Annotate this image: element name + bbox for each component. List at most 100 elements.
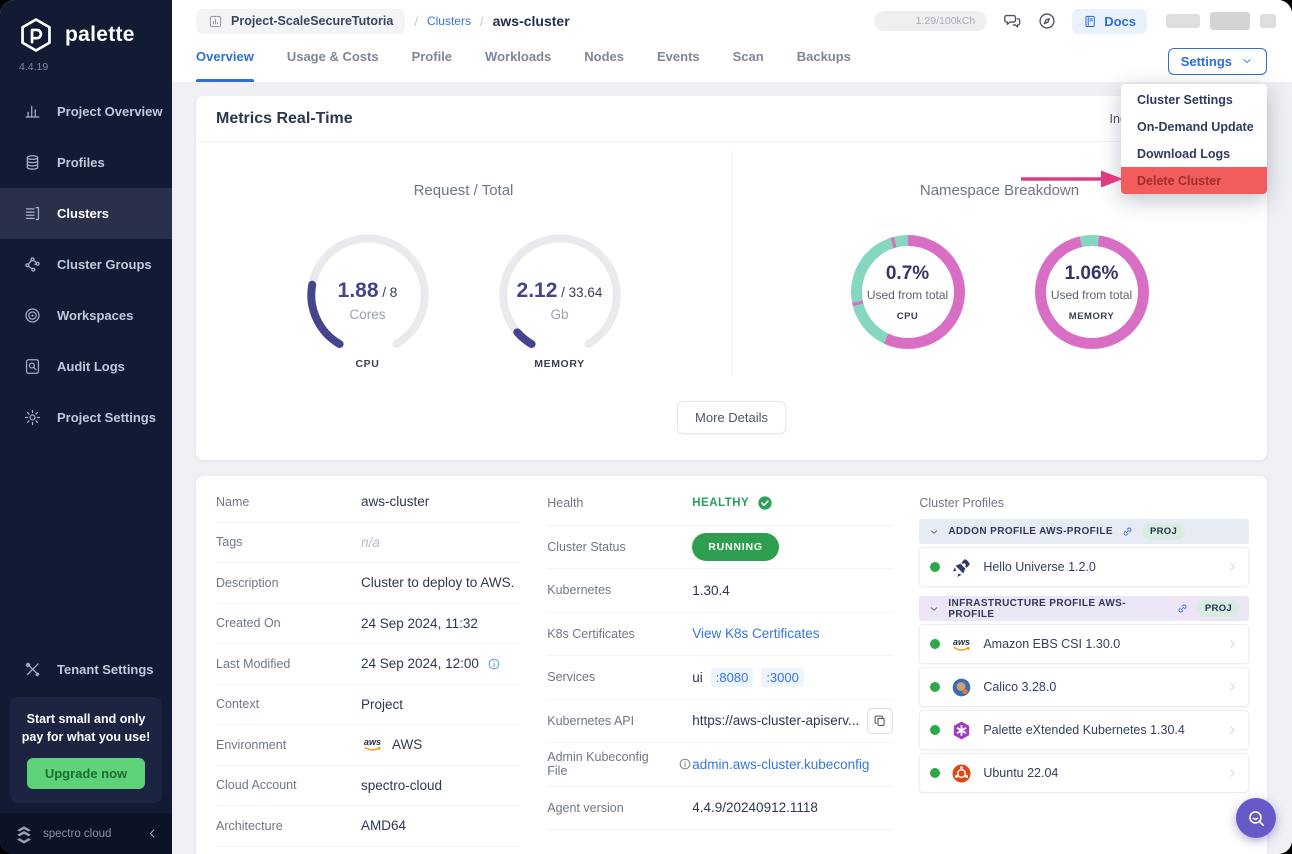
detail-value: View K8s Certificates — [692, 626, 893, 641]
settings-dropdown-menu: Cluster SettingsOn-Demand Update Download… — [1121, 84, 1267, 194]
chevron-right-icon — [1226, 767, 1238, 779]
healthy-check-icon — [757, 495, 773, 511]
detail-value-text: 1.30.4 — [692, 583, 730, 598]
breadcrumb-project[interactable]: Project-ScaleSecureTutoria — [196, 9, 405, 34]
sidebar-item-label: Cluster Groups — [57, 257, 152, 272]
tools-icon — [23, 660, 42, 679]
network-icon — [23, 255, 42, 274]
k8s-certificates-link[interactable]: View K8s Certificates — [692, 626, 819, 641]
topbar: Project-ScaleSecureTutoria / Clusters / … — [172, 0, 1292, 40]
sidebar-item-label: Project Settings — [57, 410, 156, 425]
detail-value: Cluster to deploy to AWS. — [361, 575, 521, 590]
docsearch-icon — [23, 357, 42, 376]
profile-layer-palette-extended-kubernetes-1-30-4[interactable]: Palette eXtended Kubernetes 1.30.4 — [919, 710, 1249, 750]
tab-usage-costs[interactable]: Usage & Costs — [287, 40, 379, 82]
detail-label: Description — [216, 576, 361, 590]
status-dot — [930, 639, 940, 649]
namespace-donut-cpu: 0.7%Used from totalCPU — [851, 235, 965, 349]
info-icon[interactable] — [678, 757, 692, 771]
compass-icon[interactable] — [1037, 11, 1057, 31]
sidebar-item-profiles[interactable]: Profiles — [0, 137, 172, 188]
detail-row-k8s-certificates: K8s CertificatesView K8s Certificates — [547, 613, 893, 657]
sidebar-item-label: Project Overview — [57, 104, 163, 119]
upgrade-promo: Start small and only pay for what you us… — [10, 697, 162, 803]
layers-icon — [23, 153, 42, 172]
menu-item-label: Download Logs — [1137, 147, 1230, 161]
menu-item-delete-cluster[interactable]: Delete Cluster — [1121, 167, 1267, 194]
cluster-details-card: Nameaws-clusterTagsn/aDescriptionCluster… — [196, 476, 1267, 854]
service-port-link[interactable]: :8080 — [711, 668, 754, 687]
detail-label-text: Kubernetes — [547, 583, 611, 597]
profile-layer-hello-universe-1-2-0[interactable]: Hello Universe 1.2.0 — [919, 547, 1249, 587]
docs-button[interactable]: Docs — [1072, 9, 1147, 34]
tab-nodes[interactable]: Nodes — [584, 40, 624, 82]
service-port-link[interactable]: :3000 — [761, 668, 804, 687]
detail-value: spectro-cloud — [361, 778, 521, 793]
detail-value: https://aws-cluster-apiserv... — [692, 708, 893, 734]
sidebar-spacer — [0, 443, 172, 649]
target-icon — [23, 306, 42, 325]
rocket-icon — [950, 556, 973, 579]
profile-section-header[interactable]: ADDON PROFILE AWS-PROFILEPROJ — [919, 519, 1249, 544]
sidebar: palette 4.4.19 Project OverviewProfilesC… — [0, 0, 172, 854]
tab-workloads[interactable]: Workloads — [485, 40, 551, 82]
detail-label: Cluster Status — [547, 540, 692, 554]
profile-layer-amazon-ebs-csi-1-30-0[interactable]: awsAmazon EBS CSI 1.30.0 — [919, 624, 1249, 664]
menu-item-cluster-settings[interactable]: Cluster Settings — [1121, 86, 1267, 113]
menu-item-on-demand-update[interactable]: On-Demand Update — [1121, 113, 1267, 140]
request-total-title: Request / Total — [196, 182, 731, 199]
profile-section-header[interactable]: INFRASTRUCTURE PROFILE AWS-PROFILEPROJ — [919, 596, 1249, 621]
profile-layer-calico-3-28-0[interactable]: Calico 3.28.0 — [919, 667, 1249, 707]
metrics-card: Metrics Real-Time Incl Request / Total 1… — [196, 96, 1267, 460]
detail-value: ui:8080:3000 — [692, 668, 893, 687]
tab-profile[interactable]: Profile — [412, 40, 452, 82]
sidebar-item-project-settings[interactable]: Project Settings — [0, 392, 172, 443]
redacted-block — [1166, 14, 1200, 28]
tabs: Overview Usage & Costs Profile Workloads Nod… — [196, 40, 851, 82]
detail-row-kubernetes-api: Kubernetes APIhttps://aws-cluster-apiser… — [547, 700, 893, 744]
cluster-profiles-column: Cluster Profiles ADDON PROFILE AWS-PROFI… — [919, 482, 1249, 852]
promo-text: Start small and only pay for what you us… — [18, 710, 154, 746]
profile-layer-name: Ubuntu 22.04 — [983, 766, 1216, 780]
link-icon — [1121, 525, 1134, 538]
detail-row-context: ContextProject — [216, 685, 521, 726]
help-search-fab[interactable] — [1236, 798, 1276, 838]
detail-label-text: Admin Kubeconfig File — [547, 750, 672, 778]
chevron-down-icon — [1240, 54, 1254, 68]
link-icon — [1176, 602, 1189, 615]
info-icon[interactable] — [487, 657, 501, 671]
sidebar-item-audit-logs[interactable]: Audit Logs — [0, 341, 172, 392]
detail-value-text: 24 Sep 2024, 11:32 — [361, 616, 478, 631]
menu-item-download-logs[interactable]: Download Logs — [1121, 140, 1267, 167]
sidebar-item-cluster-groups[interactable]: Cluster Groups — [0, 239, 172, 290]
gauge-cpu: 1.88 / 8CoresCPU — [300, 227, 436, 377]
upgrade-now-button[interactable]: Upgrade now — [27, 758, 145, 789]
donut-hole: 1.06%Used from totalMEMORY — [1046, 246, 1138, 338]
sidebar-item-clusters[interactable]: Clusters — [0, 188, 172, 239]
detail-row-architecture: ArchitectureAMD64 — [216, 806, 521, 847]
copy-button[interactable] — [867, 708, 893, 734]
detail-label: Context — [216, 697, 361, 711]
detail-value-text: AMD64 — [361, 818, 406, 833]
more-details-button[interactable]: More Details — [677, 401, 786, 434]
gear-icon — [23, 408, 42, 427]
sidebar-item-workspaces[interactable]: Workspaces — [0, 290, 172, 341]
detail-value: 24 Sep 2024, 11:32 — [361, 616, 521, 631]
tab-overview[interactable]: Overview — [196, 40, 254, 82]
chat-icon[interactable] — [1002, 11, 1022, 31]
detail-value-text: AWS — [392, 737, 422, 752]
tab-backups[interactable]: Backups — [797, 40, 851, 82]
tab-events[interactable]: Events — [657, 40, 700, 82]
profile-layer-ubuntu-22-04[interactable]: Ubuntu 22.04 — [919, 753, 1249, 793]
collapse-sidebar-icon[interactable] — [146, 827, 159, 840]
admin-kubeconfig-file-link[interactable]: admin.aws-cluster.kubeconfig — [692, 757, 869, 772]
settings-button[interactable]: Settings — [1168, 48, 1267, 75]
breadcrumb-clusters-link[interactable]: Clusters — [427, 14, 471, 28]
breadcrumb-project-label: Project-ScaleSecureTutoria — [231, 14, 393, 28]
detail-row-health: HealthHEALTHY — [547, 482, 893, 526]
sidebar-item-project-overview[interactable]: Project Overview — [0, 86, 172, 137]
palette-logo-icon — [17, 16, 55, 54]
gauge-value: 1.88 / 8 — [300, 279, 436, 303]
tab-scan[interactable]: Scan — [733, 40, 764, 82]
sidebar-item-tenant-settings[interactable]: Tenant Settings — [0, 649, 172, 691]
